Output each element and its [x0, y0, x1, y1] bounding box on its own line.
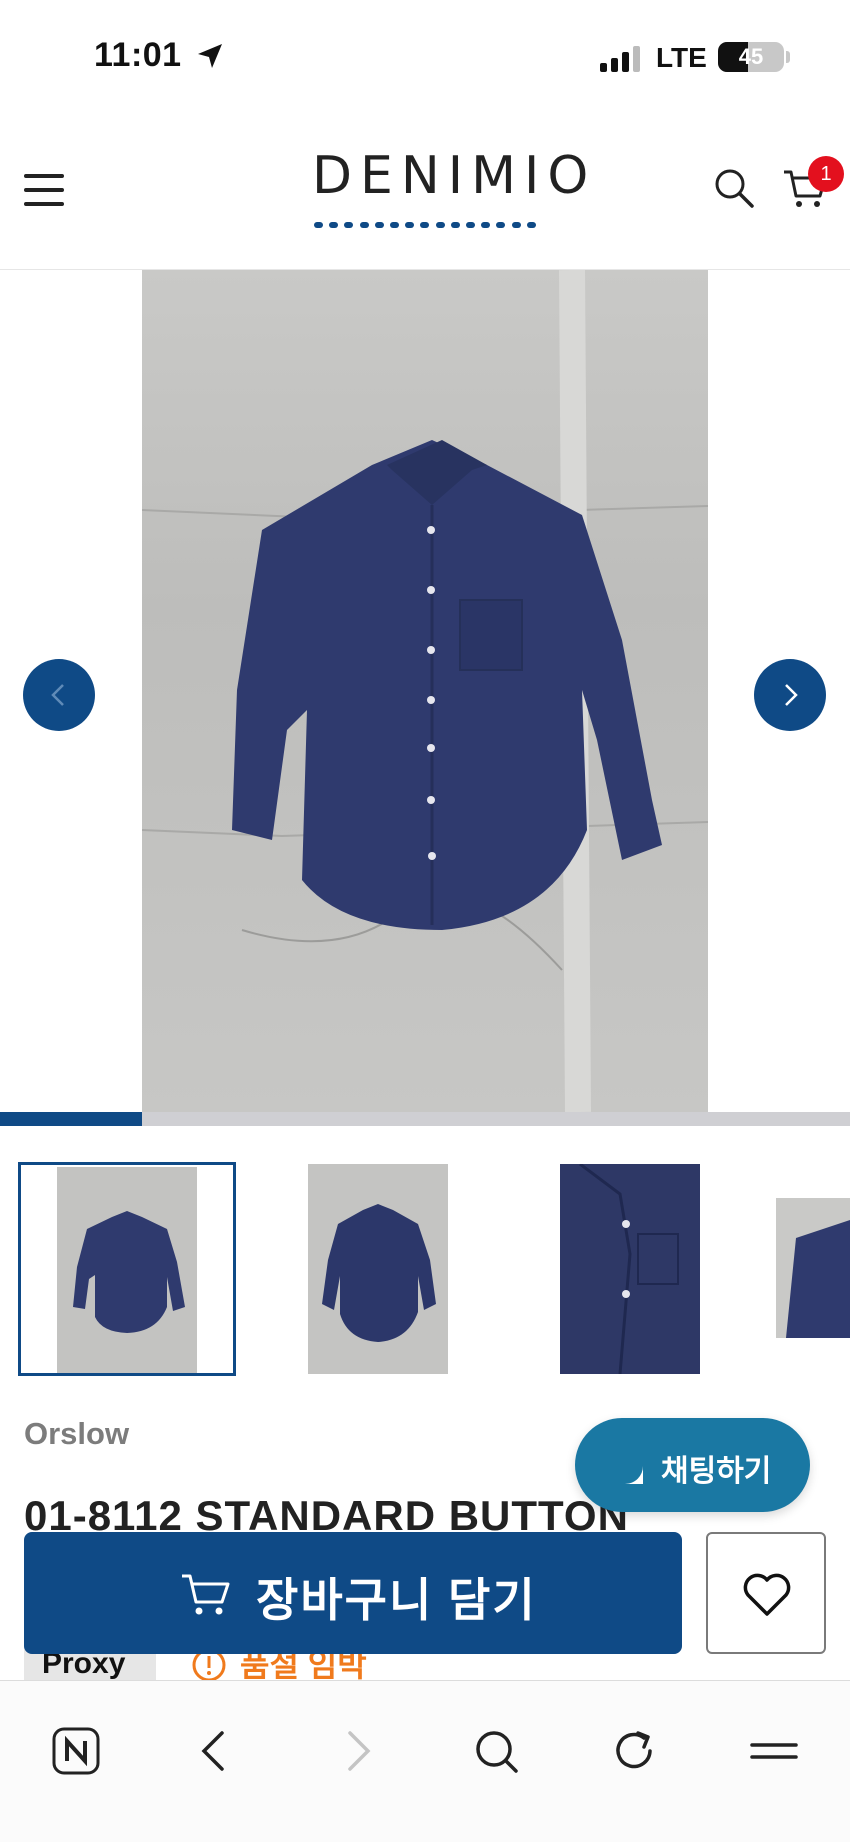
cart-count-badge: 1 [808, 156, 844, 192]
thumbnail-shirt-detail [579, 1162, 679, 1375]
back-icon[interactable] [190, 1725, 242, 1777]
add-to-cart-label: 장바구니 담기 [256, 1574, 537, 1626]
refresh-icon[interactable] [608, 1725, 660, 1777]
forward-icon [348, 1731, 371, 1771]
add-to-cart-button[interactable]: 장바구니 담기 [24, 1532, 682, 1654]
product-main-image[interactable] [142, 270, 708, 1112]
wishlist-button[interactable] [706, 1532, 826, 1654]
menu-line-icon [24, 202, 64, 206]
denim-shirt-illustration [142, 270, 708, 1112]
search-icon[interactable] [712, 166, 756, 210]
product-brand[interactable]: Orslow [24, 1416, 129, 1452]
product-gallery[interactable] [0, 270, 850, 1112]
battery-cap [786, 51, 790, 63]
logo-text: DENIMIO [312, 146, 597, 206]
menu-icon[interactable] [748, 1725, 800, 1777]
battery-percent: 45 [738, 44, 764, 69]
thumbnail-strip[interactable] [0, 1158, 850, 1376]
chat-bubble-icon [607, 1448, 643, 1484]
chat-button-label: 채팅하기 [661, 1455, 772, 1488]
hamburger-menu-button[interactable] [22, 170, 66, 210]
gallery-progress-bar [0, 1112, 850, 1126]
thumbnail-item-active[interactable] [18, 1162, 236, 1376]
site-header: DENIMIO 1 [0, 110, 850, 270]
gallery-next-button[interactable] [754, 659, 826, 731]
browser-toolbar [0, 1680, 850, 1842]
chevron-right-icon [785, 684, 798, 706]
naver-home-icon[interactable] [50, 1725, 102, 1777]
thumbnail-shirt-collar [786, 1220, 850, 1338]
heart-icon [743, 1573, 791, 1616]
signal-strength-icon [600, 46, 640, 72]
chat-button[interactable]: 채팅하기 [575, 1418, 810, 1512]
search-icon[interactable] [470, 1725, 522, 1777]
network-type: LTE [656, 42, 707, 73]
thumbnail-item[interactable] [560, 1162, 700, 1375]
menu-line-icon [24, 188, 64, 192]
battery-icon: 45 [718, 42, 784, 72]
status-time: 11:01 [94, 36, 182, 74]
thumbnail-item[interactable] [776, 1198, 850, 1338]
gallery-progress-fill [0, 1112, 142, 1126]
menu-line-icon [24, 174, 64, 178]
chevron-left-icon [51, 684, 64, 706]
logo-stitch-line [314, 222, 536, 228]
thumbnail-item[interactable] [308, 1164, 448, 1374]
gallery-prev-button[interactable] [23, 659, 95, 731]
thumbnail-shirt-back [322, 1204, 436, 1342]
site-logo[interactable]: DENIMIO [312, 146, 597, 236]
thumbnail-shirt-front [73, 1211, 185, 1333]
location-arrow-icon [198, 44, 222, 68]
status-bar: 11:01 LTE 45 [0, 0, 850, 110]
cart-icon [182, 1574, 230, 1615]
